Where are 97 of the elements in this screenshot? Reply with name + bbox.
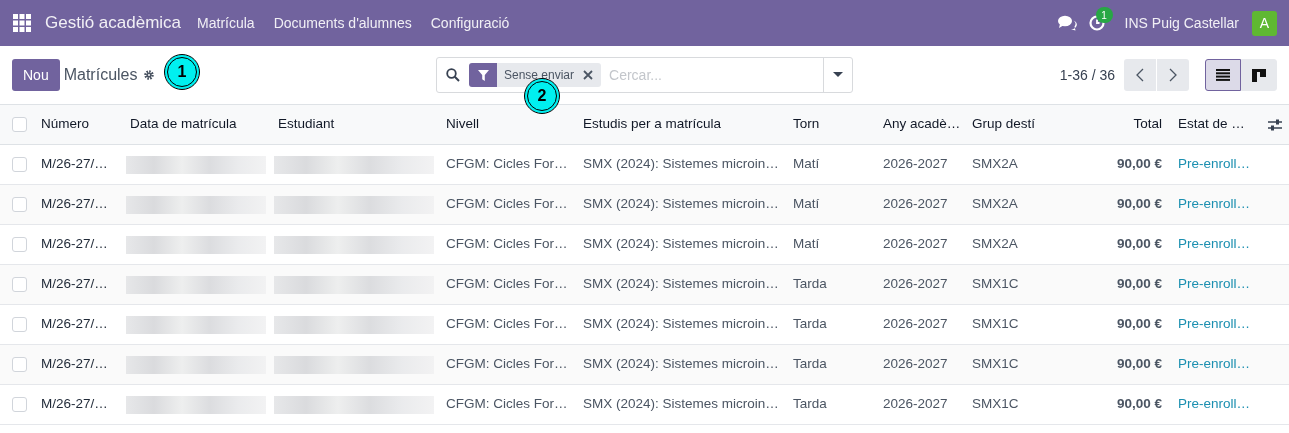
column-header[interactable]: Grup destí (972, 114, 1036, 135)
table-cell-text: 2026-2027 (883, 315, 948, 334)
table-cell-text: SMX2A (972, 195, 1018, 214)
kanban-view-icon (1252, 68, 1266, 82)
table-cell-text: SMX (2024): Sistemes microin… (583, 395, 779, 414)
menu-item[interactable]: Documents d'alumnes (273, 12, 412, 34)
table-cell-text: SMX1C (972, 315, 1019, 334)
table-cell-text: Matí (793, 235, 820, 254)
table-cell-text: CFGM: Cicles For… (446, 155, 568, 174)
column-header[interactable]: Total (1133, 114, 1162, 135)
table-cell-text: SMX (2024): Sistemes microin… (583, 355, 779, 374)
table-cell-text: Pre-enroll… (1178, 315, 1251, 334)
table-cell-text: Pre-enroll… (1178, 275, 1251, 294)
table-cell-text: Pre-enroll… (1178, 355, 1251, 374)
table-cell-text: CFGM: Cicles For… (446, 275, 568, 294)
checkbox[interactable] (12, 317, 27, 332)
table-cell-text: SMX (2024): Sistemes microin… (583, 275, 779, 294)
view-button[interactable] (1205, 59, 1241, 91)
table-cell-text: M/26-27/… (41, 235, 108, 254)
table-cell-text: CFGM: Cicles For… (446, 195, 568, 214)
table-cell-text: SMX2A (972, 235, 1018, 254)
table-cell-text: Pre-enroll… (1178, 195, 1251, 214)
caret-icon[interactable] (833, 72, 843, 78)
table-cell-text: M/26-27/… (41, 395, 108, 414)
chevron-right-icon (1169, 68, 1177, 82)
new-button[interactable]: Nou (12, 59, 60, 91)
table-cell-text: SMX (2024): Sistemes microin… (583, 155, 779, 174)
column-header[interactable]: Número (41, 114, 89, 135)
checkbox[interactable] (12, 357, 27, 372)
table-cell-text: 90,00 € (1116, 355, 1162, 374)
table-cell-text: SMX1C (972, 355, 1019, 374)
table-cell-text: 90,00 € (1116, 395, 1162, 414)
pager-value[interactable]: 1-36 / 36 (1059, 64, 1115, 86)
table-cell-text: 90,00 € (1116, 155, 1162, 174)
chat-icon[interactable] (1057, 15, 1077, 31)
table-cell-text: Tarda (793, 395, 827, 414)
app-name[interactable]: Gestió acadèmica (45, 10, 182, 36)
activity-count-badge: 1 (1095, 7, 1113, 23)
page-title: Matrícules (63, 65, 138, 85)
list-view-icon (1216, 69, 1230, 81)
table-cell-text: SMX1C (972, 395, 1019, 414)
checkbox[interactable] (12, 237, 27, 252)
table-cell-text: CFGM: Cicles For… (446, 235, 568, 254)
column-header[interactable]: Estudis per a matrícula (583, 114, 722, 135)
column-header[interactable]: Estudiant (278, 114, 335, 135)
table-cell-text: M/26-27/… (41, 155, 108, 174)
apps-grid-icon[interactable] (13, 14, 31, 32)
table-cell-text: Matí (793, 195, 820, 214)
table-cell-text: CFGM: Cicles For… (446, 395, 568, 414)
close-icon[interactable] (583, 70, 594, 80)
table-cell-text: Matí (793, 155, 820, 174)
table-cell-text: Tarda (793, 275, 827, 294)
table-cell-text: M/26-27/… (41, 275, 108, 294)
company-name[interactable]: INS Puig Castellar (1124, 12, 1239, 34)
table-cell-text: 2026-2027 (883, 275, 948, 294)
table-cell-text: Tarda (793, 315, 827, 334)
table-cell-text: SMX (2024): Sistemes microin… (583, 315, 779, 334)
column-header[interactable]: Torn (793, 114, 820, 135)
column-header[interactable]: Data de matrícula (130, 114, 237, 135)
sliders-icon[interactable] (1268, 117, 1282, 132)
checkbox[interactable] (12, 157, 27, 172)
table-cell-text: CFGM: Cicles For… (446, 355, 568, 374)
column-header[interactable]: Estat de … (1178, 114, 1245, 135)
table-cell-text: 2026-2027 (883, 155, 948, 174)
table-cell-text: 90,00 € (1116, 275, 1162, 294)
column-header[interactable]: Nivell (446, 114, 479, 135)
menu-item[interactable]: Configuració (430, 12, 510, 34)
table-cell-text: SMX2A (972, 155, 1018, 174)
table-cell-text: 90,00 € (1116, 235, 1162, 254)
filter-icon (477, 69, 489, 81)
checkbox[interactable] (12, 197, 27, 212)
checkbox[interactable] (12, 277, 27, 292)
table-cell-text: 90,00 € (1116, 195, 1162, 214)
menu-item[interactable]: Matrícula (197, 12, 255, 34)
table-cell-text: M/26-27/… (41, 315, 108, 334)
table-cell-text: SMX (2024): Sistemes microin… (583, 235, 779, 254)
search-input[interactable]: Cercar... (609, 64, 810, 86)
callout-marker: 1 (164, 54, 200, 90)
table-cell-text: SMX (2024): Sistemes microin… (583, 195, 779, 214)
table-cell-text: CFGM: Cicles For… (446, 315, 568, 334)
table-cell-text: 2026-2027 (883, 195, 948, 214)
table-cell-text: 90,00 € (1116, 315, 1162, 334)
chevron-left-icon (1136, 68, 1144, 82)
table-cell-text: M/26-27/… (41, 355, 108, 374)
table-cell-text: Pre-enroll… (1178, 155, 1251, 174)
checkbox[interactable] (12, 397, 27, 412)
table-cell-text: SMX1C (972, 275, 1019, 294)
table-cell-text: Pre-enroll… (1178, 395, 1251, 414)
table-cell-text: Pre-enroll… (1178, 235, 1251, 254)
column-header[interactable]: Any acadè… (883, 114, 961, 135)
table-cell-text: 2026-2027 (883, 395, 948, 414)
table-cell-text: Tarda (793, 355, 827, 374)
checkbox[interactable] (12, 117, 27, 132)
table-cell-text: 2026-2027 (883, 355, 948, 374)
table-cell-text: 2026-2027 (883, 235, 948, 254)
search-icon[interactable] (446, 68, 460, 82)
table-cell-text: M/26-27/… (41, 195, 108, 214)
